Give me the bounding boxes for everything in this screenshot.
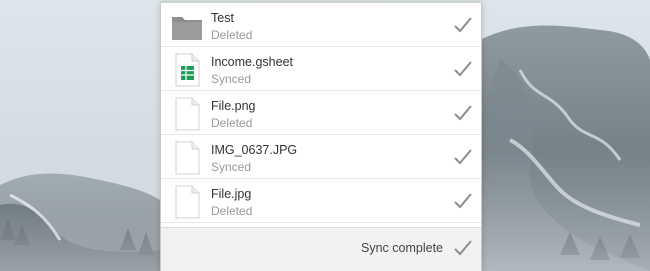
file-status: Deleted bbox=[211, 28, 253, 42]
sync-status-panel: Test Deleted Income.gsheet Synced File.p… bbox=[160, 2, 482, 271]
file-name: File.jpg bbox=[211, 187, 252, 201]
file-status: Synced bbox=[211, 160, 252, 174]
checkmark-icon bbox=[453, 60, 473, 78]
checkmark-icon bbox=[453, 192, 473, 210]
list-item[interactable]: Test Deleted bbox=[161, 3, 481, 47]
list-item[interactable]: Income.gsheet Synced bbox=[161, 47, 481, 91]
list-item[interactable]: IMG_0637.JPG Synced bbox=[161, 135, 481, 179]
file-status: Deleted bbox=[211, 116, 253, 130]
file-name: File.png bbox=[211, 99, 256, 113]
document-icon bbox=[171, 141, 203, 175]
file-list: Test Deleted Income.gsheet Synced File.p… bbox=[161, 3, 481, 223]
folder-icon bbox=[171, 9, 203, 43]
file-name: Income.gsheet bbox=[211, 55, 293, 69]
document-icon bbox=[171, 185, 203, 219]
sync-status-bar: Sync complete bbox=[161, 227, 481, 271]
file-name: Test bbox=[211, 11, 234, 25]
document-icon bbox=[171, 97, 203, 131]
list-item[interactable]: File.png Deleted bbox=[161, 91, 481, 135]
sync-status-text: Sync complete bbox=[361, 241, 443, 255]
file-status: Synced bbox=[211, 72, 252, 86]
spreadsheet-icon bbox=[171, 53, 203, 87]
checkmark-icon bbox=[453, 16, 473, 34]
checkmark-icon bbox=[453, 239, 473, 257]
checkmark-icon bbox=[453, 104, 473, 122]
file-status: Deleted bbox=[211, 204, 253, 218]
file-name: IMG_0637.JPG bbox=[211, 143, 298, 157]
list-item[interactable]: File.jpg Deleted bbox=[161, 179, 481, 223]
checkmark-icon bbox=[453, 148, 473, 166]
desktop: Test Deleted Income.gsheet Synced File.p… bbox=[0, 0, 650, 271]
